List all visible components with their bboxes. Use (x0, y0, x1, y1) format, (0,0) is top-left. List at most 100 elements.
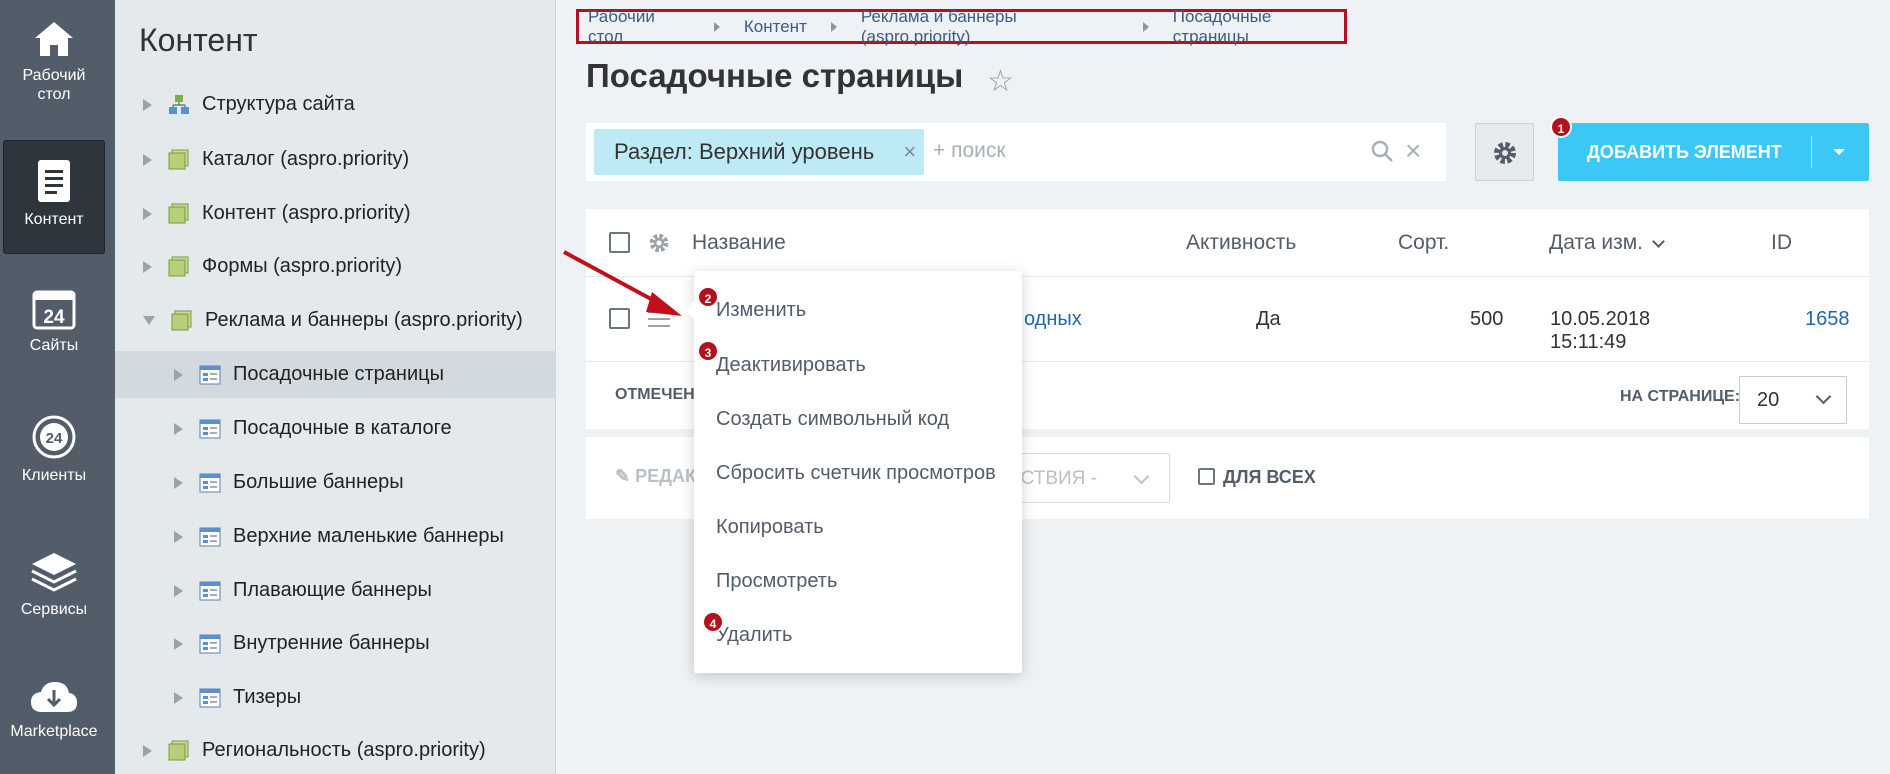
close-icon[interactable]: × (903, 129, 916, 175)
clear-filter-icon[interactable]: × (1405, 135, 1421, 167)
site-structure-icon (169, 94, 189, 114)
expand-arrow-icon[interactable] (174, 530, 183, 543)
row-active: Да (1256, 308, 1281, 330)
expand-arrow-icon[interactable] (143, 260, 152, 273)
breadcrumb: Рабочий стол Контент Реклама и баннеры (… (576, 7, 1347, 47)
layers-icon (31, 553, 77, 592)
expand-arrow-icon[interactable] (174, 691, 183, 704)
menu-item-create-symbolic-code[interactable]: Создать символьный код (716, 408, 949, 431)
row-date: 10.05.2018 (1550, 308, 1651, 330)
breadcrumb-item-content[interactable]: Контент (744, 17, 807, 37)
expand-arrow-icon[interactable] (174, 476, 183, 489)
svg-text:24: 24 (43, 307, 65, 328)
tree-item-content[interactable]: Контент (aspro.priority) (115, 190, 556, 237)
tree-item-catalog-landings[interactable]: Посадочные в каталоге (115, 405, 556, 452)
sort-chevron-down-icon[interactable] (1652, 235, 1665, 248)
tree-item-label: Посадочные страницы (233, 363, 444, 385)
expand-arrow-icon[interactable] (174, 584, 183, 597)
tree-item-landing-pages[interactable]: Посадочные страницы (115, 351, 556, 398)
column-active[interactable]: Активность (1186, 231, 1296, 255)
search-icon[interactable] (1370, 139, 1394, 163)
rail-item-services[interactable]: Сервисы (3, 550, 105, 630)
left-rail: Рабочий стол Контент 24 Сайты 24 Клиенты (0, 0, 115, 774)
filter-chip-section[interactable]: Раздел: Верхний уровень × (594, 129, 925, 175)
iblock-icon (199, 688, 221, 707)
chevron-down-icon[interactable] (1833, 149, 1845, 155)
iblock-icon (199, 634, 221, 653)
chevron-down-icon (1133, 468, 1150, 485)
collapse-arrow-icon[interactable] (143, 316, 155, 325)
per-page-select[interactable]: 20 (1739, 376, 1847, 424)
expand-arrow-icon[interactable] (143, 98, 152, 111)
column-sort[interactable]: Сорт. (1398, 231, 1449, 255)
rail-item-content[interactable]: Контент (3, 140, 105, 254)
filter-search-bar[interactable]: Раздел: Верхний уровень × × (586, 123, 1446, 181)
tree-item-site-structure[interactable]: Структура сайта (115, 81, 556, 128)
svg-text:24: 24 (46, 430, 63, 447)
filter-chip-label: Раздел: Верхний уровень (614, 139, 875, 164)
tree-item-regionality[interactable]: Региональность (aspro.priority) (115, 727, 556, 774)
rail-item-marketplace[interactable]: Marketplace (3, 678, 105, 758)
tree-item-floating-banners[interactable]: Плавающие баннеры (115, 567, 556, 614)
tree-title: Контент (139, 22, 258, 58)
tree-item-label: Реклама и баннеры (aspro.priority) (205, 309, 523, 331)
breadcrumb-item-landing-pages[interactable]: Посадочные страницы (1173, 7, 1344, 47)
expand-arrow-icon[interactable] (174, 368, 183, 381)
annotation-badge-3: 3 (697, 340, 719, 362)
search-input[interactable] (933, 139, 1313, 163)
section-tree: Контент Структура сайта Каталог (aspro.p… (115, 0, 556, 774)
expand-arrow-icon[interactable] (143, 744, 152, 757)
rail-item-sites[interactable]: 24 Сайты (3, 286, 105, 366)
tree-item-label: Структура сайта (202, 93, 355, 115)
tree-item-inner-banners[interactable]: Внутренние баннеры (115, 620, 556, 667)
tree-item-big-banners[interactable]: Большие баннеры (115, 459, 556, 506)
tree-item-catalog[interactable]: Каталог (aspro.priority) (115, 136, 556, 183)
menu-item-deactivate[interactable]: Деактивировать (716, 354, 866, 377)
page-title: Посадочные страницы (586, 57, 964, 94)
menu-item-edit[interactable]: Изменить (716, 299, 806, 322)
iblock-icon (199, 581, 221, 600)
menu-item-delete[interactable]: Удалить (716, 624, 792, 647)
edit-action-button[interactable]: ✎ РЕДАК (615, 466, 696, 487)
expand-arrow-icon[interactable] (174, 422, 183, 435)
annotation-arrow (563, 250, 682, 316)
add-element-button[interactable]: ДОБАВИТЬ ЭЛЕМЕНТ (1558, 123, 1869, 181)
row-name-link[interactable]: одных (1024, 308, 1082, 331)
column-date-modified[interactable]: Дата изм. (1549, 231, 1643, 255)
rail-item-label: Сайты (29, 337, 79, 354)
tree-item-ads-banners[interactable]: Реклама и баннеры (aspro.priority) (115, 297, 556, 344)
menu-item-reset-views[interactable]: Сбросить счетчик просмотров (716, 462, 996, 485)
favorite-star-icon[interactable]: ☆ (987, 64, 1014, 99)
settings-button[interactable] (1475, 123, 1534, 181)
breadcrumb-item-desktop[interactable]: Рабочий стол (588, 7, 690, 47)
home-icon (35, 22, 73, 56)
chevron-down-icon (1815, 388, 1832, 405)
column-name[interactable]: Название (692, 231, 786, 255)
tree-item-top-small-banners[interactable]: Верхние маленькие баннеры (115, 513, 556, 560)
menu-item-view[interactable]: Просмотреть (716, 570, 837, 593)
row-id-link[interactable]: 1658 (1805, 308, 1850, 331)
expand-arrow-icon[interactable] (174, 637, 183, 650)
actions-select[interactable]: ЙСТВИЯ - (1006, 453, 1170, 503)
tree-item-forms[interactable]: Формы (aspro.priority) (115, 243, 556, 290)
tree-item-label: Внутренние баннеры (233, 632, 430, 654)
add-element-label: ДОБАВИТЬ ЭЛЕМЕНТ (1587, 142, 1782, 162)
button-divider (1811, 136, 1812, 168)
column-id[interactable]: ID (1771, 231, 1792, 255)
iblock-icon (199, 365, 221, 384)
rail-item-clients[interactable]: 24 Клиенты (3, 414, 105, 494)
rail-item-label: Рабочий стол (22, 67, 86, 103)
expand-arrow-icon[interactable] (143, 153, 152, 166)
iblock-type-icon (168, 740, 189, 760)
expand-arrow-icon[interactable] (143, 207, 152, 220)
menu-item-copy[interactable]: Копировать (716, 516, 824, 539)
breadcrumb-item-ads-banners[interactable]: Реклама и баннеры (aspro.priority) (861, 7, 1119, 47)
rail-item-desktop[interactable]: Рабочий стол (3, 18, 105, 118)
breadcrumb-separator-icon (1142, 21, 1149, 32)
tree-item-teasers[interactable]: Тизеры (115, 674, 556, 721)
cloud-download-icon (31, 682, 77, 712)
checkbox-box[interactable] (1198, 468, 1215, 485)
rail-item-label: Marketplace (10, 723, 98, 740)
iblock-type-icon (171, 310, 192, 330)
for-all-checkbox[interactable]: ДЛЯ ВСЕХ (1198, 467, 1316, 488)
